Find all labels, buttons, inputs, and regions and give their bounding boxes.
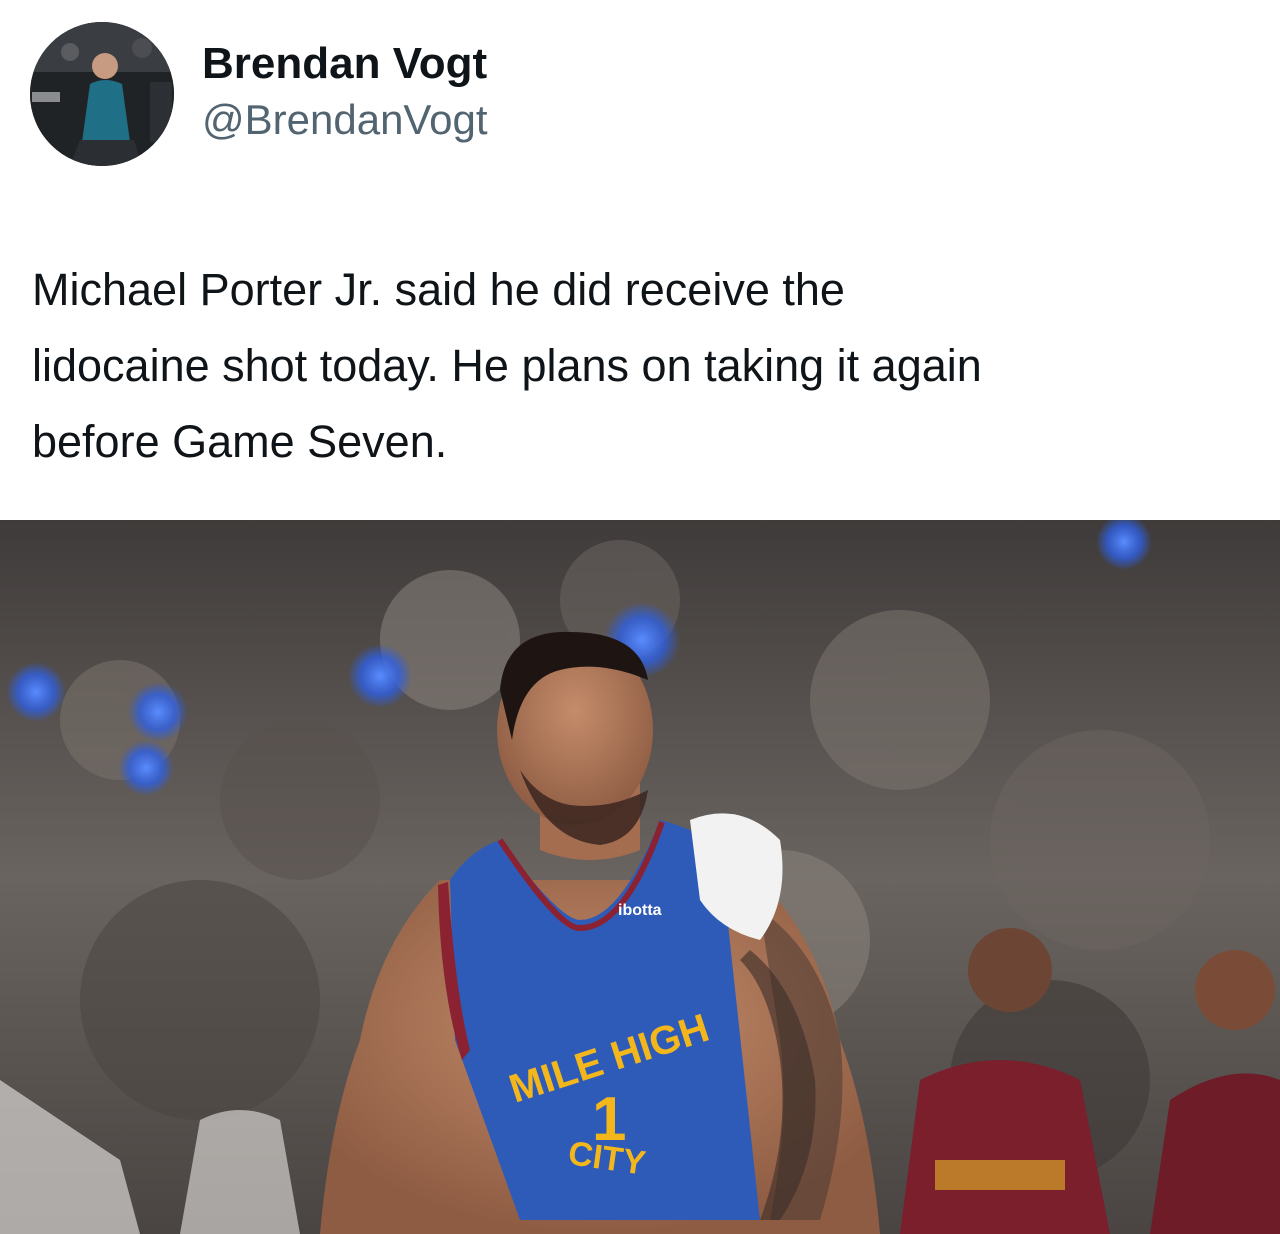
author-handle[interactable]: @BrendanVogt — [202, 94, 488, 146]
author-avatar[interactable] — [30, 22, 174, 166]
tweet-media-image[interactable]: ibotta MILE HIGH 1 CITY — [0, 520, 1280, 1234]
author-names: Brendan Vogt @BrendanVogt — [202, 38, 488, 146]
tweet-text: Michael Porter Jr. said he did receive t… — [32, 252, 1252, 480]
player-photo: ibotta MILE HIGH 1 CITY — [0, 520, 1280, 1234]
tweet-text-line: lidocaine shot today. He plans on taking… — [32, 340, 982, 391]
tweet-header: Brendan Vogt @BrendanVogt — [30, 22, 830, 167]
avatar-photo — [30, 22, 174, 166]
author-display-name[interactable]: Brendan Vogt — [202, 38, 488, 90]
tweet-text-line: Michael Porter Jr. said he did receive t… — [32, 264, 845, 315]
jersey-sponsor: ibotta — [618, 902, 662, 919]
tweet-text-line: before Game Seven. — [32, 416, 448, 467]
